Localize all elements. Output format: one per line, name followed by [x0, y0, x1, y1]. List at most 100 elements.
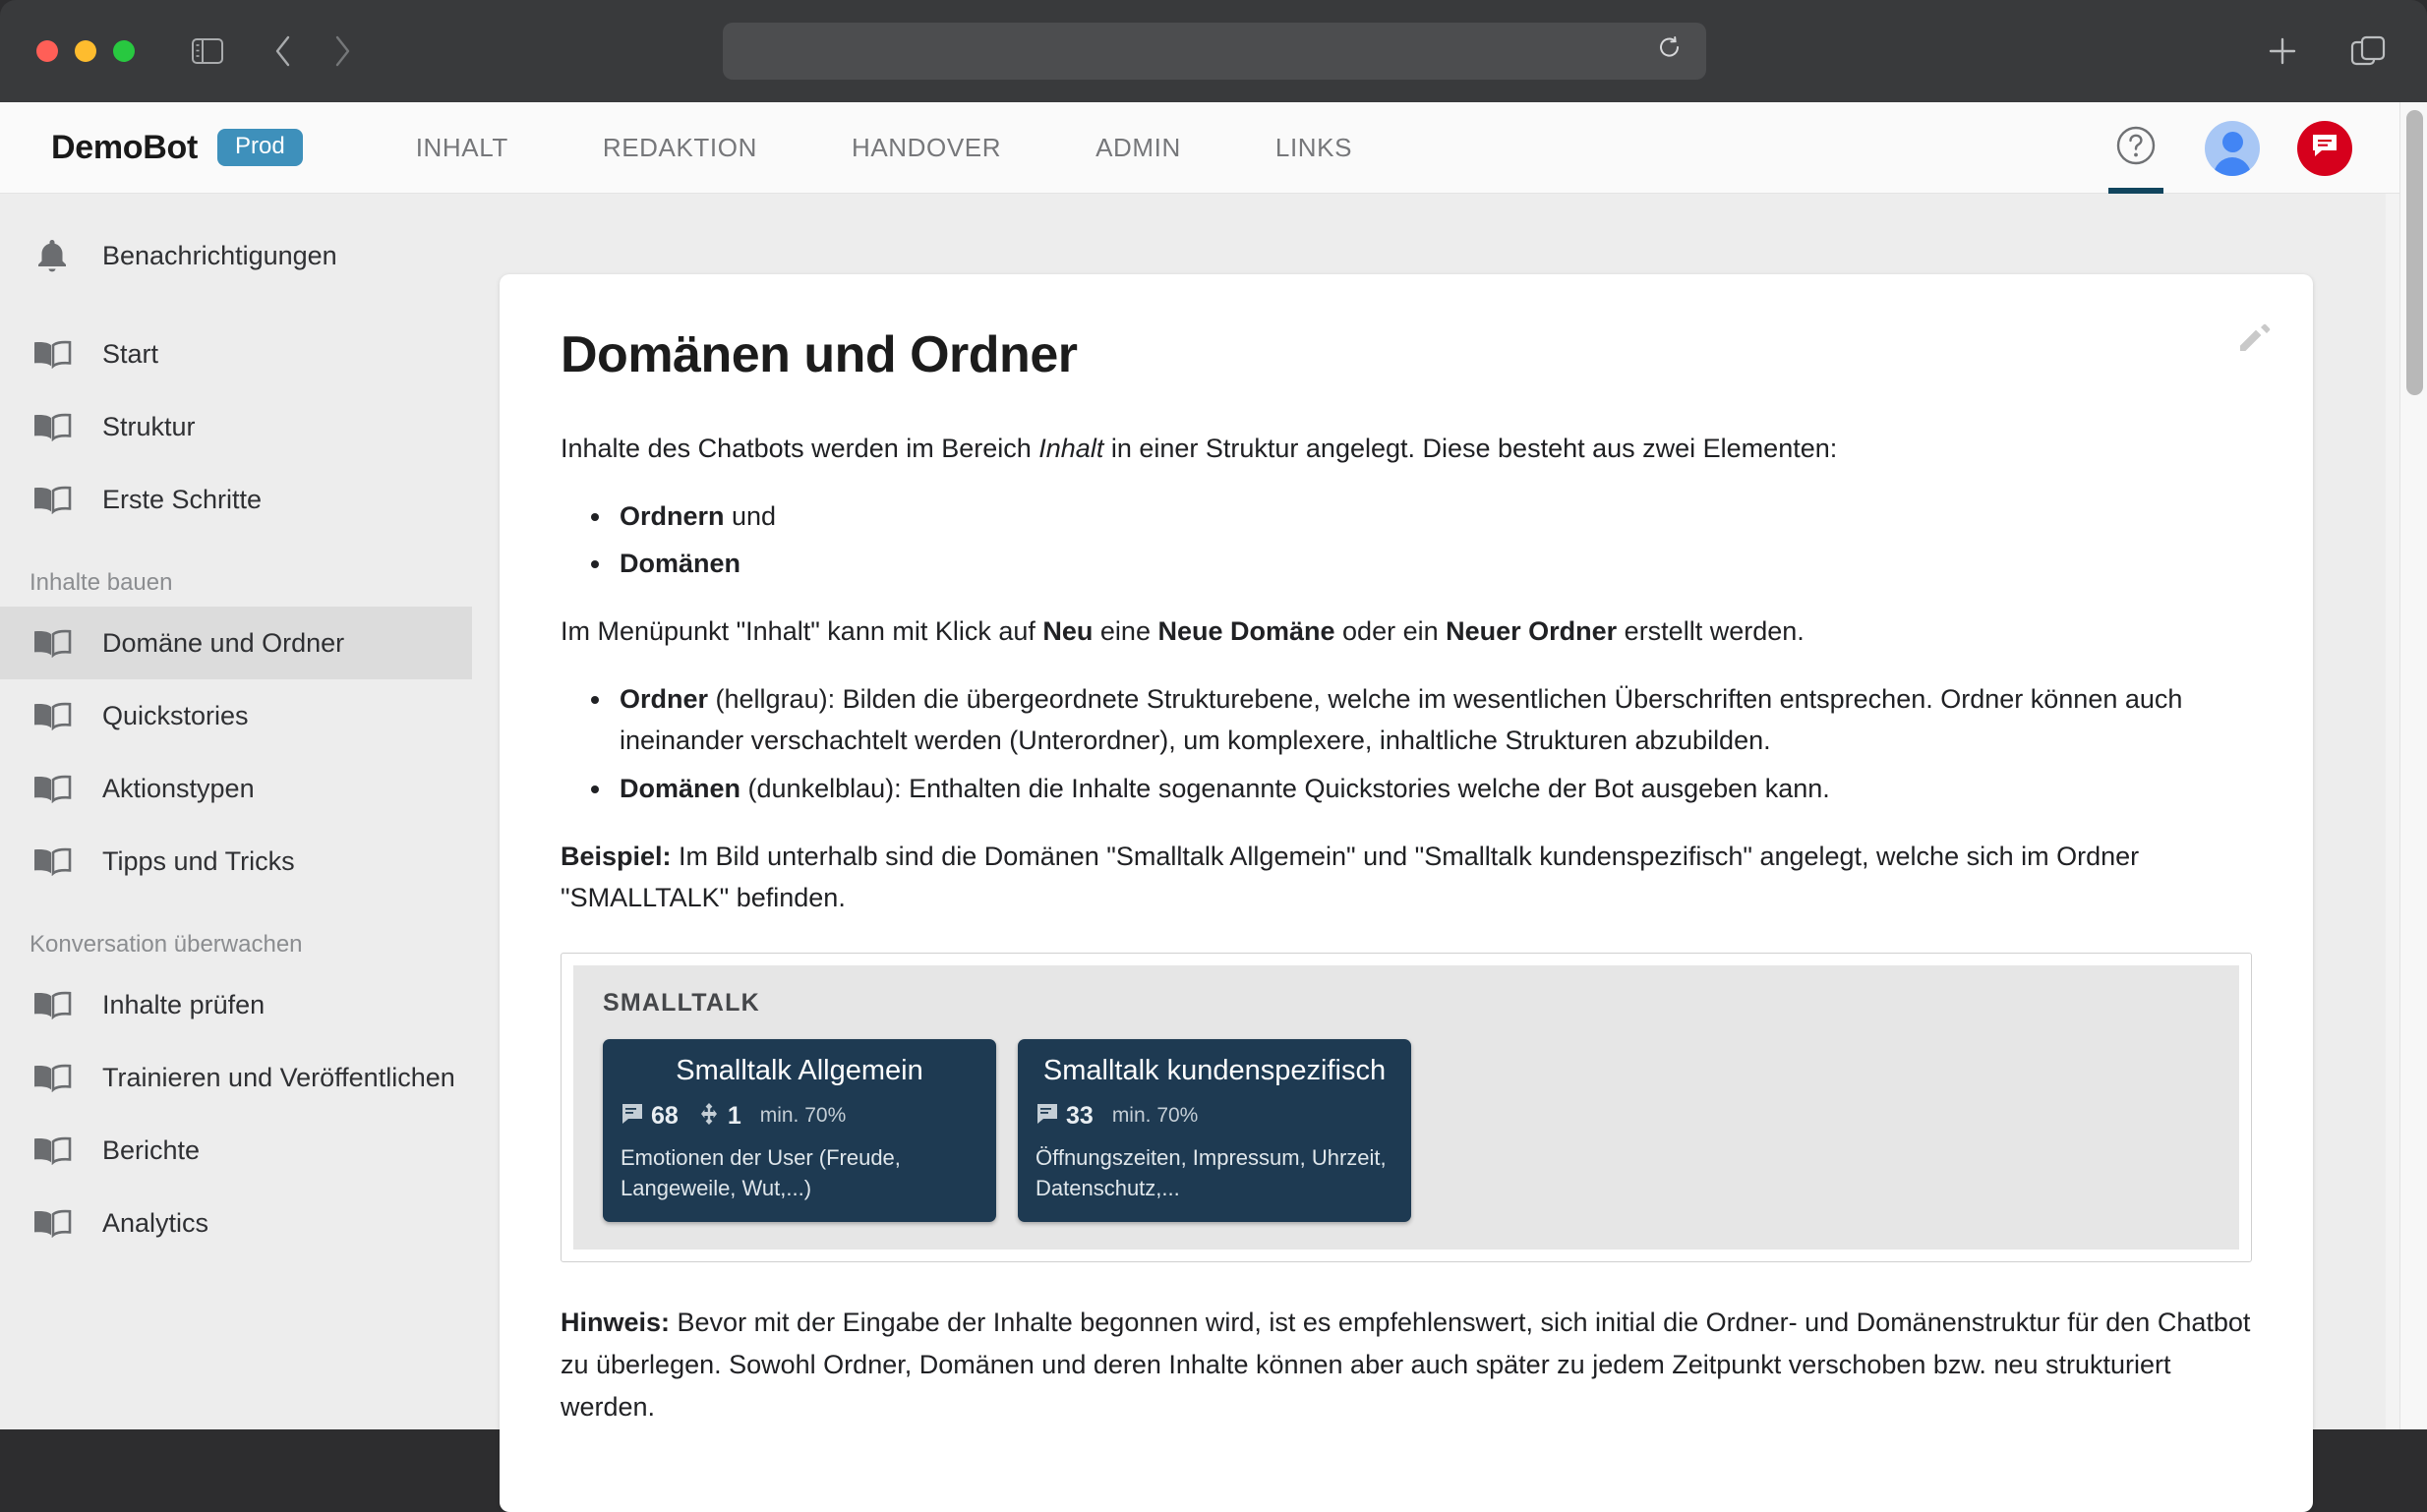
sidebar-item-label: Tipps und Tricks — [102, 845, 295, 876]
nav-item-redaktion[interactable]: REDAKTION — [556, 133, 804, 163]
folder-smalltalk: SMALLTALK Smalltalk Allgemein 68 1 min. … — [573, 964, 2239, 1250]
list-item: Domänen (dunkelblau): Enthalten die Inha… — [614, 768, 2252, 810]
sidebar-item-analytics[interactable]: Analytics — [0, 1187, 472, 1259]
list-item-rest: (hellgrau): Bilden die übergeordnete Str… — [620, 683, 2183, 756]
inner-scroll-track[interactable] — [2386, 194, 2399, 1429]
avatar-head-shape — [2221, 131, 2243, 152]
sidebar-item-label: Aktionstypen — [102, 773, 255, 803]
sidebar-item-tipps-und-tricks[interactable]: Tipps und Tricks — [0, 825, 472, 898]
list-item-bold: Ordner — [620, 683, 709, 714]
book-icon — [30, 339, 75, 369]
book-icon — [30, 846, 75, 876]
intro-text-a: Inhalte des Chatbots werden im Bereich — [561, 434, 1039, 463]
sidebar-item-label: Benachrichtigungen — [102, 240, 337, 270]
create-text-c: oder ein — [1334, 615, 1447, 646]
book-icon — [30, 1208, 75, 1238]
intro-paragraph: Inhalte des Chatbots werden im Bereich I… — [561, 428, 2252, 470]
threshold-label: min. 70% — [759, 1104, 847, 1128]
book-icon — [30, 1135, 75, 1165]
help-button[interactable] — [2104, 102, 2167, 194]
bell-icon — [30, 237, 75, 274]
tab-overview-icon[interactable] — [2350, 34, 2386, 68]
intro-emphasis: Inhalt — [1038, 434, 1104, 463]
threshold-label: min. 70% — [1111, 1104, 1199, 1128]
hint-text: Bevor mit der Eingabe der Inhalte begonn… — [561, 1308, 2251, 1422]
book-icon — [30, 1063, 75, 1092]
book-icon — [30, 990, 75, 1019]
sidebar-item-label: Analytics — [102, 1207, 209, 1238]
close-window-button[interactable] — [36, 40, 58, 62]
example-paragraph: Beispiel: Im Bild unterhalb sind die Dom… — [561, 836, 2252, 919]
page-title: Domänen und Ordner — [561, 326, 1078, 383]
nav-item-admin[interactable]: ADMIN — [1048, 133, 1228, 163]
browser-forward-icon[interactable] — [331, 34, 353, 68]
list-item-rest: und — [724, 500, 777, 531]
sidebar-item-label: Domäne und Ordner — [102, 627, 345, 658]
pencil-edit-icon[interactable] — [2236, 318, 2274, 360]
example-diagram: SMALLTALK Smalltalk Allgemein 68 1 min. … — [561, 952, 2252, 1263]
reload-icon[interactable] — [1657, 35, 1683, 68]
example-label: Beispiel: — [561, 841, 672, 871]
new-tab-icon[interactable] — [2266, 34, 2299, 68]
maximize-window-button[interactable] — [113, 40, 135, 62]
user-avatar[interactable] — [2205, 120, 2260, 176]
book-icon — [30, 628, 75, 658]
browser-chrome — [0, 0, 2427, 102]
elements-list: Ordnern und Domänen — [614, 495, 2252, 585]
domain-card-smalltalk-allgemein[interactable]: Smalltalk Allgemein 68 1 min. 70% Emotio… — [603, 1038, 996, 1223]
action-count: 1 — [727, 1101, 741, 1130]
sidebar-item-benachrichtigungen[interactable]: Benachrichtigungen — [0, 219, 472, 292]
sidebar-item-quickstories[interactable]: Quickstories — [0, 679, 472, 752]
address-bar[interactable] — [723, 23, 1706, 80]
create-bold-neue-domaene: Neue Domäne — [1157, 615, 1335, 646]
domain-card-meta: 33 min. 70% — [1036, 1102, 1393, 1131]
book-icon — [30, 412, 75, 441]
page-scrollbar-track[interactable] — [2399, 102, 2427, 1429]
page-scrollbar-thumb[interactable] — [2406, 110, 2423, 395]
message-lines-icon — [1036, 1102, 1059, 1131]
list-item: Ordner (hellgrau): Bilden die übergeordn… — [614, 678, 2252, 762]
list-item-bold: Domänen — [620, 549, 741, 579]
sidebar-section-inhalte-bauen: Inhalte bauen — [30, 569, 173, 596]
sidebar-item-erste-schritte[interactable]: Erste Schritte — [0, 463, 472, 536]
domain-card-row: Smalltalk Allgemein 68 1 min. 70% Emotio… — [603, 1038, 2210, 1223]
sidebar-item-label: Start — [102, 338, 159, 369]
create-text-b: eine — [1093, 615, 1158, 646]
nav-item-links[interactable]: LINKS — [1228, 133, 1399, 163]
create-text-d: erstellt werden. — [1617, 615, 1805, 646]
sidebar-item-label: Trainieren und Veröffentlichen — [102, 1062, 455, 1092]
sidebar-toggle-icon[interactable] — [192, 38, 223, 64]
sidebar-item-berichte[interactable]: Berichte — [0, 1114, 472, 1187]
book-icon — [30, 701, 75, 730]
list-item: Ordnern und — [614, 495, 2252, 538]
browser-back-icon[interactable] — [272, 34, 294, 68]
book-icon — [30, 774, 75, 803]
chat-bubble-icon — [2309, 130, 2340, 166]
minimize-window-button[interactable] — [75, 40, 96, 62]
sidebar-item-trainieren-und-veroeffentlichen[interactable]: Trainieren und Veröffentlichen — [0, 1041, 472, 1114]
sidebar-item-start[interactable]: Start — [0, 318, 472, 390]
env-badge: Prod — [217, 128, 303, 167]
nav-item-handover[interactable]: HANDOVER — [804, 133, 1048, 163]
nav-item-inhalt[interactable]: INHALT — [369, 133, 556, 163]
list-item: Domänen — [614, 543, 2252, 585]
sidebar-item-struktur[interactable]: Struktur — [0, 390, 472, 463]
domain-card-title: Smalltalk Allgemein — [676, 1054, 923, 1086]
domain-card-meta: 68 1 min. 70% — [621, 1102, 978, 1131]
domain-card-smalltalk-kundenspezifisch[interactable]: Smalltalk kundenspezifisch 33 min. 70% Ö… — [1018, 1038, 1411, 1223]
sidebar-item-domaene-und-ordner[interactable]: Domäne und Ordner — [0, 607, 472, 679]
sidebar-item-label: Quickstories — [102, 700, 249, 730]
sidebar-item-inhalte-pruefen[interactable]: Inhalte prüfen — [0, 968, 472, 1041]
quickstory-count-group: 33 — [1036, 1102, 1094, 1131]
quickstory-count-group: 68 — [621, 1102, 679, 1131]
sidebar-item-label: Berichte — [102, 1134, 201, 1165]
app-body: Benachrichtigungen Start Struktur Erste … — [0, 194, 2399, 1512]
brand: DemoBot Prod — [51, 129, 303, 167]
window-controls — [36, 40, 135, 62]
list-item-bold: Ordnern — [620, 500, 725, 531]
sidebar-item-aktionstypen[interactable]: Aktionstypen — [0, 752, 472, 825]
chat-button[interactable] — [2297, 120, 2352, 176]
sidebar-item-label: Struktur — [102, 411, 196, 441]
sidebar-item-label: Inhalte prüfen — [102, 989, 266, 1019]
create-text-a: Im Menüpunkt "Inhalt" kann mit Klick auf — [561, 615, 1043, 646]
